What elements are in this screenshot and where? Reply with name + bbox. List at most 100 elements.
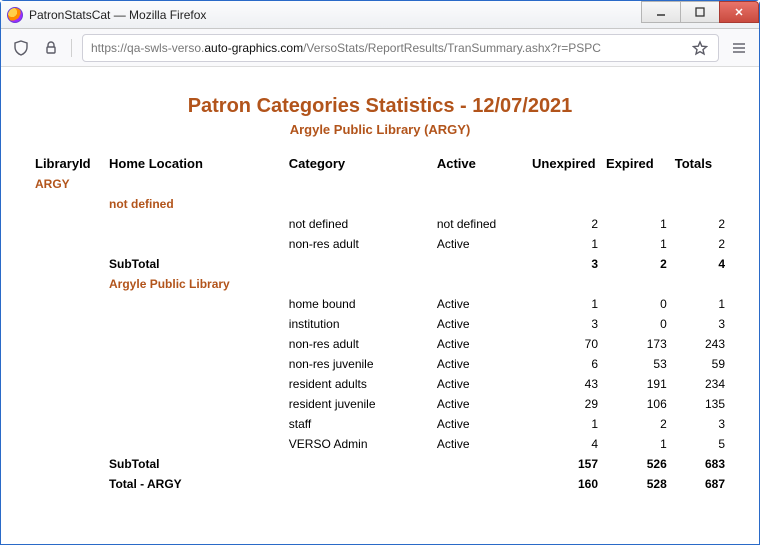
cell-active: Active: [433, 354, 528, 374]
cell-unexpired: 1: [528, 294, 602, 314]
cell-active: Active: [433, 394, 528, 414]
cell-active: Active: [433, 334, 528, 354]
table-row: staff Active 1 2 3: [31, 414, 729, 434]
lock-icon[interactable]: [41, 38, 61, 58]
subtotal-row: SubTotal 157 526 683: [31, 454, 729, 474]
cell-active: Active: [433, 314, 528, 334]
report-table: LibraryId Home Location Category Active …: [31, 153, 729, 494]
cell-unexpired: 4: [528, 434, 602, 454]
cell-category: non-res juvenile: [285, 354, 433, 374]
cell-expired: 173: [602, 334, 671, 354]
th-category: Category: [285, 153, 433, 174]
cell-unexpired: 2: [528, 214, 602, 234]
table-body: ARGY not defined not defined not defined…: [31, 174, 729, 494]
cell-unexpired: 70: [528, 334, 602, 354]
cell-category: VERSO Admin: [285, 434, 433, 454]
cell-totals: 2: [671, 234, 729, 254]
table-row: non-res adult Active 1 1 2: [31, 234, 729, 254]
url-post: /VersoStats/ReportResults/TranSummary.as…: [303, 41, 601, 55]
th-expired: Expired: [602, 153, 671, 174]
th-libraryid: LibraryId: [31, 153, 105, 174]
subtotal-label: SubTotal: [105, 454, 285, 474]
table-row: institution Active 3 0 3: [31, 314, 729, 334]
grand-total-label: Total - ARGY: [105, 474, 285, 494]
table-row: home bound Active 1 0 1: [31, 294, 729, 314]
cell-totals: 5: [671, 434, 729, 454]
subtotal-row: SubTotal 3 2 4: [31, 254, 729, 274]
page-content: Patron Categories Statistics - 12/07/202…: [1, 67, 759, 504]
cell-unexpired: 1: [528, 234, 602, 254]
cell-unexpired: 6: [528, 354, 602, 374]
cell-expired: 1: [602, 234, 671, 254]
cell-unexpired: 3: [528, 314, 602, 334]
cell-expired: 0: [602, 314, 671, 334]
cell-active: Active: [433, 374, 528, 394]
table-header-row: LibraryId Home Location Category Active …: [31, 153, 729, 174]
cell-active: not defined: [433, 214, 528, 234]
table-row: resident juvenile Active 29 106 135: [31, 394, 729, 414]
minimize-button[interactable]: [641, 1, 681, 23]
subtotal-expired: 2: [602, 254, 671, 274]
cell-unexpired: 1: [528, 414, 602, 434]
cell-category: not defined: [285, 214, 433, 234]
cell-active: Active: [433, 294, 528, 314]
library-id-row: ARGY: [31, 174, 729, 194]
shield-icon[interactable]: [11, 38, 31, 58]
grand-total-totals: 687: [671, 474, 729, 494]
close-button[interactable]: [719, 1, 759, 23]
url-pre: https://qa-swls-verso.: [91, 41, 204, 55]
bookmark-star-icon[interactable]: [690, 38, 710, 58]
url-domain: auto-graphics.com: [204, 41, 303, 55]
cell-active: Active: [433, 414, 528, 434]
table-row: not defined not defined 2 1 2: [31, 214, 729, 234]
cell-category: non-res adult: [285, 234, 433, 254]
cell-expired: 1: [602, 434, 671, 454]
cell-totals: 59: [671, 354, 729, 374]
cell-expired: 1: [602, 214, 671, 234]
cell-category: resident adults: [285, 374, 433, 394]
subtotal-unexpired: 157: [528, 454, 602, 474]
cell-totals: 3: [671, 314, 729, 334]
cell-category: institution: [285, 314, 433, 334]
cell-category: home bound: [285, 294, 433, 314]
location-label: not defined: [105, 194, 285, 214]
cell-category: resident juvenile: [285, 394, 433, 414]
maximize-button[interactable]: [680, 1, 720, 23]
url-bar[interactable]: https://qa-swls-verso. auto-graphics.com…: [82, 34, 719, 62]
cell-totals: 2: [671, 214, 729, 234]
th-homelocation: Home Location: [105, 153, 285, 174]
browser-window: PatronStatsCat — Mozilla Firefox https:/…: [0, 0, 760, 545]
window-controls: [642, 1, 759, 23]
cell-expired: 53: [602, 354, 671, 374]
cell-category: staff: [285, 414, 433, 434]
subtotal-label: SubTotal: [105, 254, 285, 274]
th-totals: Totals: [671, 153, 729, 174]
cell-totals: 135: [671, 394, 729, 414]
grand-total-expired: 528: [602, 474, 671, 494]
subtotal-totals: 683: [671, 454, 729, 474]
section-header-row: Argyle Public Library: [31, 274, 729, 294]
table-row: non-res juvenile Active 6 53 59: [31, 354, 729, 374]
cell-category: non-res adult: [285, 334, 433, 354]
firefox-icon: [7, 7, 23, 23]
grand-total-unexpired: 160: [528, 474, 602, 494]
report-title: Patron Categories Statistics - 12/07/202…: [31, 95, 729, 118]
toolbar: https://qa-swls-verso. auto-graphics.com…: [1, 29, 759, 67]
cell-expired: 0: [602, 294, 671, 314]
menu-icon[interactable]: [729, 38, 749, 58]
cell-unexpired: 43: [528, 374, 602, 394]
subtotal-totals: 4: [671, 254, 729, 274]
location-label: Argyle Public Library: [105, 274, 285, 294]
cell-expired: 191: [602, 374, 671, 394]
report-subtitle: Argyle Public Library (ARGY): [31, 122, 729, 137]
cell-expired: 106: [602, 394, 671, 414]
titlebar: PatronStatsCat — Mozilla Firefox: [1, 1, 759, 29]
subtotal-unexpired: 3: [528, 254, 602, 274]
table-row: resident adults Active 43 191 234: [31, 374, 729, 394]
cell-active: Active: [433, 434, 528, 454]
table-row: VERSO Admin Active 4 1 5: [31, 434, 729, 454]
grand-total-row: Total - ARGY 160 528 687: [31, 474, 729, 494]
section-header-row: not defined: [31, 194, 729, 214]
th-unexpired: Unexpired: [528, 153, 602, 174]
separator: [71, 39, 72, 57]
